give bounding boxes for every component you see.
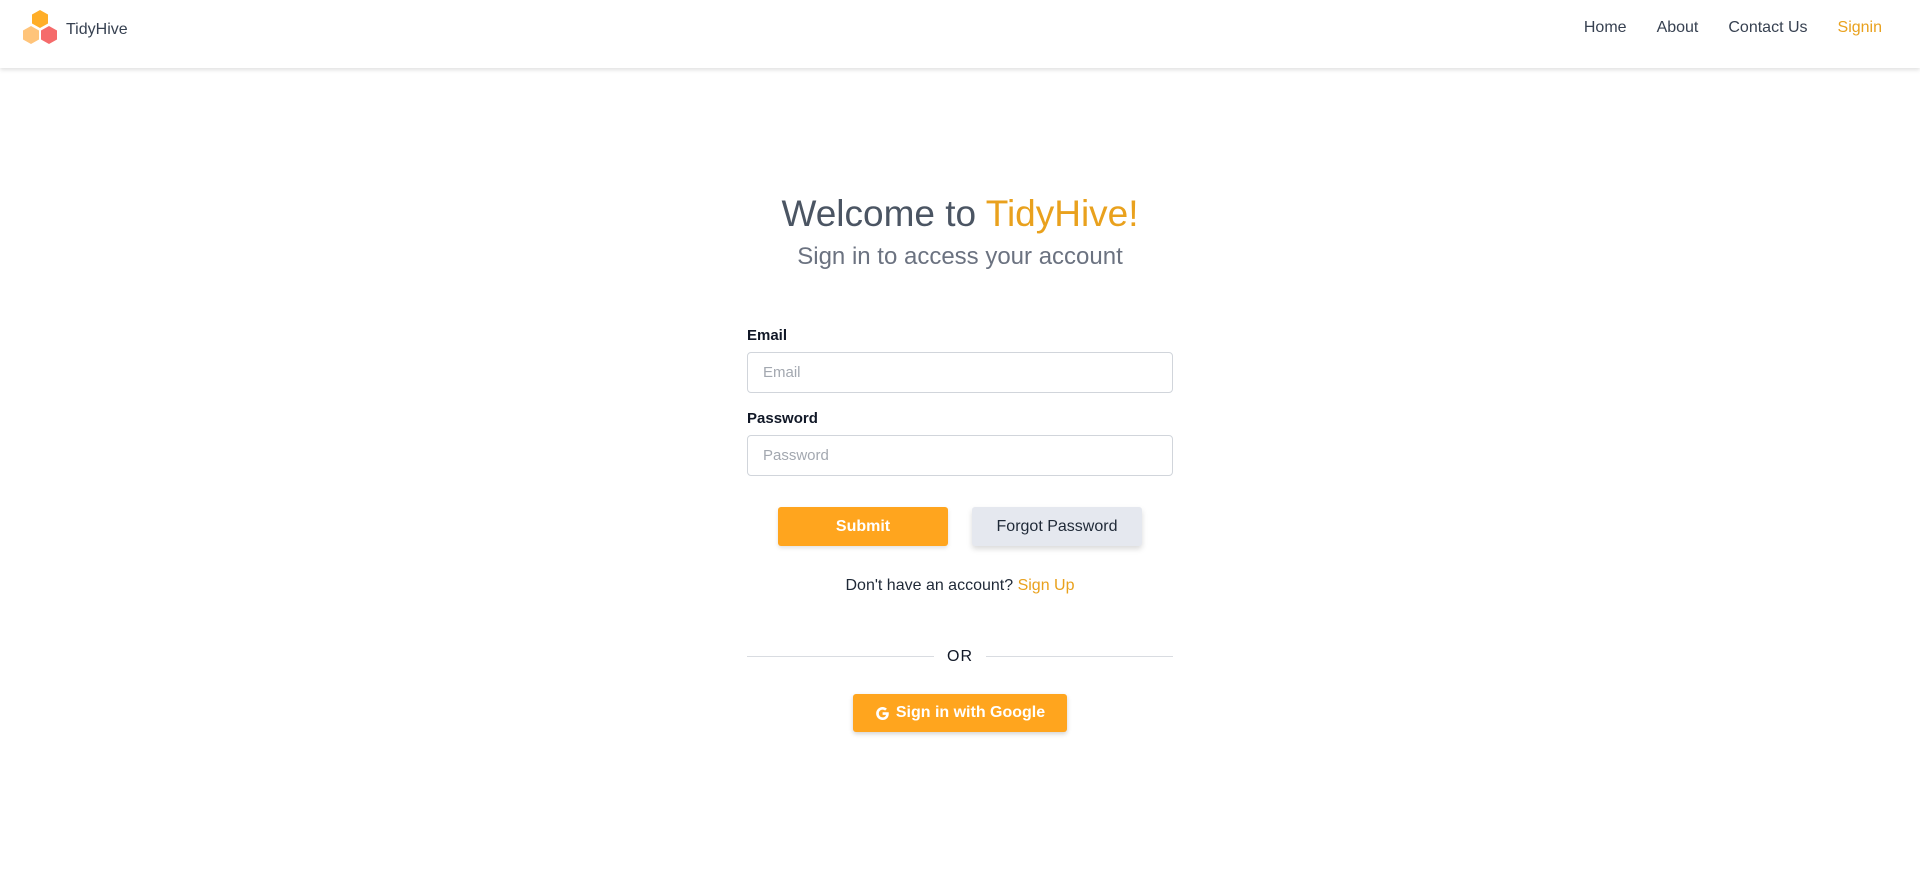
top-navbar: TidyHive Home About Contact Us Signin [0, 0, 1920, 68]
or-divider: OR [747, 645, 1173, 669]
submit-button[interactable]: Submit [778, 507, 948, 546]
welcome-brand: TidyHive! [985, 193, 1139, 234]
nav-home-link[interactable]: Home [1584, 19, 1627, 37]
form-actions: Submit Forgot Password [778, 507, 1142, 547]
page-subtitle: Sign in to access your account [797, 243, 1123, 270]
page-title: Welcome to TidyHive! [0, 192, 1920, 236]
divider-line-right [986, 656, 1173, 657]
email-label: Email [747, 327, 788, 344]
email-input[interactable] [747, 352, 1173, 393]
nav-about-link[interactable]: About [1657, 19, 1699, 37]
signin-page: Welcome to TidyHive! Sign in to access y… [0, 68, 1920, 883]
signup-prompt-text: Don't have an account? [845, 577, 1018, 594]
signin-form: Email Password [747, 326, 1173, 476]
nav-signin-link[interactable]: Signin [1838, 19, 1882, 37]
google-g-icon [875, 706, 889, 720]
signup-prompt: Don't have an account? Sign Up [0, 577, 1920, 595]
google-signin-button[interactable]: Sign in with Google [853, 694, 1067, 732]
password-field-group: Password [747, 409, 1173, 476]
nav-contact-link[interactable]: Contact Us [1728, 19, 1807, 37]
google-signin-label: Sign in with Google [895, 704, 1046, 721]
brand-name: TidyHive [66, 21, 128, 38]
signup-link[interactable]: Sign Up [1018, 577, 1075, 594]
welcome-prefix: Welcome to [781, 193, 986, 234]
main-nav: Home About Contact Us Signin [1554, 0, 1882, 56]
password-input[interactable] [747, 435, 1173, 476]
divider-text: OR [947, 648, 973, 665]
forgot-password-button[interactable]: Forgot Password [972, 507, 1142, 546]
honeycomb-logo-icon [23, 10, 57, 44]
brand-home-link[interactable]: TidyHive [19, 9, 128, 51]
email-field-group: Email [747, 326, 1173, 393]
password-label: Password [747, 410, 818, 427]
